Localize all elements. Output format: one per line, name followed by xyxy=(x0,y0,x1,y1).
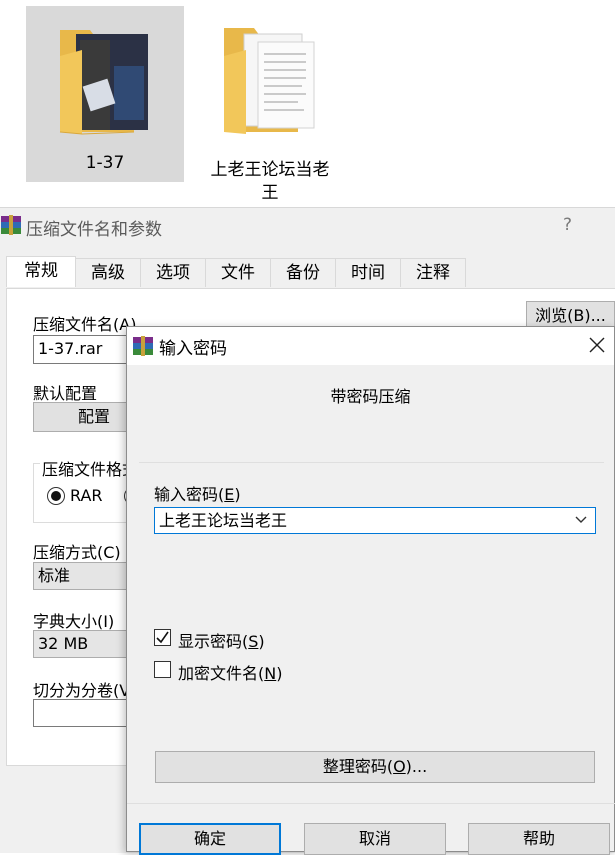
encrypt-filenames-label: 加密文件名(N) xyxy=(178,664,283,683)
tab-backup[interactable]: 备份 xyxy=(270,258,336,287)
tab-options[interactable]: 选项 xyxy=(140,258,206,287)
tab-advanced[interactable]: 高级 xyxy=(75,258,141,287)
tab-general[interactable]: 常规 xyxy=(6,256,76,287)
archive-name-label: 压缩文件名(A) xyxy=(33,315,137,334)
folder-name-line2: 王 xyxy=(261,183,279,203)
folder-with-documents-icon xyxy=(224,28,315,134)
tab-time[interactable]: 时间 xyxy=(335,258,401,287)
method-label: 压缩方式(C) xyxy=(33,543,121,562)
ok-button[interactable]: 确定 xyxy=(139,823,281,855)
folder-name: 1-37 xyxy=(85,153,125,173)
archive-name-input[interactable]: 1-37.rar xyxy=(33,335,133,364)
winrar-icon xyxy=(1,215,21,235)
password-dialog-title: 输入密码 xyxy=(159,339,227,359)
cancel-button[interactable]: 取消 xyxy=(304,823,446,855)
help-question-icon[interactable]: ? xyxy=(563,215,572,235)
default-profile-label: 默认配置 xyxy=(33,384,98,403)
password-input[interactable]: 上老王论坛当老王 xyxy=(154,507,596,534)
dict-size-label: 字典大小(I) xyxy=(33,612,115,631)
encrypt-filenames-checkbox[interactable] xyxy=(154,661,171,678)
split-volumes-label: 切分为分卷(V xyxy=(33,681,131,700)
folder-item-1-37[interactable]: 1-37 xyxy=(26,6,184,182)
format-rar-radio[interactable] xyxy=(47,487,65,505)
password-subtitle: 带密码压缩 xyxy=(330,387,411,406)
winrar-icon xyxy=(133,336,153,356)
chevron-down-icon[interactable] xyxy=(574,515,588,525)
password-dialog: 输入密码 带密码压缩 输入密码(E) 上老王论坛当老王 显示密码(S) 加密文件… xyxy=(126,326,615,855)
format-rar-label: RAR xyxy=(70,486,103,505)
help-button[interactable]: 帮助 xyxy=(468,823,610,855)
organize-passwords-button[interactable]: 整理密码(O)... xyxy=(155,751,595,783)
dialog-title: 压缩文件名和参数 xyxy=(26,220,162,240)
check-icon xyxy=(156,631,169,644)
archive-format-label: 压缩文件格式 xyxy=(40,456,141,480)
show-password-label: 显示密码(S) xyxy=(178,632,265,651)
show-password-checkbox[interactable] xyxy=(154,629,171,646)
divider xyxy=(127,803,615,804)
split-volumes-input[interactable] xyxy=(33,699,133,727)
password-label: 输入密码(E) xyxy=(154,485,241,504)
password-value: 上老王论坛当老王 xyxy=(159,511,288,530)
tab-files[interactable]: 文件 xyxy=(205,258,271,287)
radio-dot xyxy=(51,491,61,501)
folder-item-laowang[interactable]: 上老王论坛当老 王 xyxy=(200,6,340,203)
tab-comment[interactable]: 注释 xyxy=(400,258,466,287)
method-select[interactable]: 标准 xyxy=(33,562,133,590)
folder-with-photo-icon xyxy=(59,30,148,135)
folder-name-line1: 上老王论坛当老 xyxy=(210,160,330,180)
password-dialog-titlebar: 输入密码 xyxy=(127,327,614,365)
close-icon[interactable] xyxy=(588,336,606,354)
divider xyxy=(139,462,604,463)
dict-size-select[interactable]: 32 MB xyxy=(33,630,133,658)
